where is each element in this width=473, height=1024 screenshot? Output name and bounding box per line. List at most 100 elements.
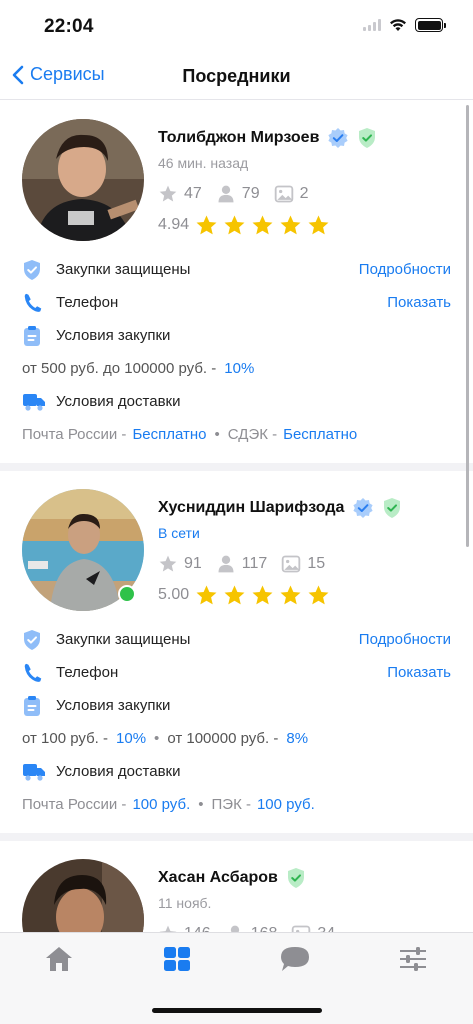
avatar[interactable] (22, 119, 144, 241)
stats-row: 47 79 2 (158, 183, 451, 205)
person-icon (230, 925, 239, 932)
show-phone-link[interactable]: Показать (387, 294, 451, 311)
verified-badge-icon (353, 498, 373, 518)
scroll-indicator[interactable] (466, 105, 469, 547)
show-phone-link[interactable]: Показать (387, 664, 451, 681)
truck-icon (23, 763, 45, 781)
home-icon (46, 947, 72, 971)
delivery-price: Бесплатно (132, 426, 207, 443)
delivery-carrier: Почта России - (22, 796, 127, 813)
protected-label: Закупки защищены (56, 631, 191, 648)
reviews-count: 47 (184, 185, 202, 202)
star-outline-icon (159, 925, 177, 932)
purchase-terms-values: от 500 руб. до 100000 руб. - 10% (22, 352, 451, 385)
last-seen: 11 нояб. (158, 895, 212, 911)
stats-row: 91 117 15 (158, 553, 451, 575)
shield-check-icon (24, 259, 40, 280)
photo-icon (292, 925, 311, 932)
star-icon (196, 214, 217, 234)
rating-stars (195, 214, 330, 237)
intermediaries-list[interactable]: Толибджон Мирзоев 46 мин. назад 47 79 2 … (0, 101, 473, 932)
star-outline-icon (159, 555, 177, 572)
delivery-options: Почта России - 100 руб. • ПЭК - 100 руб. (22, 788, 451, 821)
intermediary-name: Хасан Асбаров (158, 869, 278, 886)
shield-check-icon (384, 498, 401, 518)
tab-services[interactable] (147, 939, 207, 979)
protected-row: Закупки защищены Подробности (22, 253, 451, 286)
phone-label: Телефон (56, 664, 119, 681)
separator-dot: • (198, 796, 204, 813)
back-button[interactable]: Сервисы (12, 64, 105, 85)
rating-row: 4.94 (158, 213, 451, 237)
term-range: от 100 руб. - (22, 730, 109, 747)
status-time: 22:04 (44, 16, 94, 37)
avatar[interactable] (22, 489, 144, 611)
intermediary-card[interactable]: Толибджон Мирзоев 46 мин. назад 47 79 2 … (0, 101, 473, 471)
navigation-bar: Сервисы Посредники (0, 54, 473, 100)
separator-dot: • (154, 730, 160, 747)
photo-icon (274, 185, 293, 203)
chat-icon (281, 947, 309, 971)
tab-home[interactable] (29, 939, 89, 979)
back-button-label: Сервисы (30, 64, 105, 84)
person-icon (218, 185, 234, 203)
tab-settings[interactable] (383, 939, 443, 979)
details-link[interactable]: Подробности (359, 261, 451, 278)
intermediary-name: Хусниддин Шарифзода (158, 499, 345, 516)
purchase-terms-row: Условия закупки (22, 689, 451, 722)
photos-count: 34 (317, 925, 335, 932)
delivery-terms-label: Условия доставки (56, 393, 181, 410)
avatar[interactable] (22, 859, 144, 932)
purchase-terms-label: Условия закупки (56, 697, 171, 714)
details-link[interactable]: Подробности (359, 631, 451, 648)
delivery-carrier: ПЭК - (211, 796, 251, 813)
star-icon (280, 584, 301, 604)
grid-icon (164, 947, 190, 971)
separator-dot: • (214, 426, 220, 443)
delivery-carrier: Почта России - (22, 426, 127, 443)
protected-row: Закупки защищены Подробности (22, 623, 451, 656)
stats-row: 146 168 34 (158, 923, 451, 932)
intermediary-card[interactable]: Хусниддин Шарифзода В сети 91 117 15 5.0… (0, 471, 473, 841)
delivery-terms-row: Условия доставки (22, 755, 451, 788)
customers-count: 79 (241, 185, 260, 202)
clipboard-icon (24, 325, 40, 346)
intermediary-name: Толибджон Мирзоев (158, 129, 320, 146)
customers-count: 117 (241, 555, 268, 572)
phone-row: Телефон Показать (22, 656, 451, 689)
status-bar: 22:04 (0, 0, 473, 54)
customers-count: 168 (251, 925, 278, 932)
online-indicator (118, 585, 136, 603)
star-icon (252, 584, 273, 604)
star-icon (196, 584, 217, 604)
term-range: от 100000 руб. - (167, 730, 279, 747)
term-range: от 500 руб. до 100000 руб. - (22, 360, 217, 377)
star-icon (308, 584, 329, 604)
protected-label: Закупки защищены (56, 261, 191, 278)
status-icons (363, 18, 446, 32)
chevron-left-icon (12, 65, 24, 84)
star-icon (224, 214, 245, 234)
delivery-price: 100 руб. (256, 796, 315, 813)
person-icon (218, 555, 234, 573)
intermediary-card[interactable]: Хасан Асбаров 11 нояб. 146 168 (0, 841, 473, 932)
photo-icon (282, 555, 301, 573)
star-outline-icon (159, 185, 177, 202)
star-icon (224, 584, 245, 604)
purchase-terms-row: Условия закупки (22, 319, 451, 352)
photos-count: 2 (299, 185, 309, 202)
wifi-icon (390, 19, 406, 31)
reviews-count: 146 (184, 925, 211, 932)
tab-messages[interactable] (265, 939, 325, 979)
term-fee: 10% (116, 730, 147, 747)
delivery-terms-row: Условия доставки (22, 385, 451, 418)
shield-check-icon (359, 128, 376, 148)
rating-stars (195, 584, 330, 607)
shield-check-icon (24, 629, 40, 650)
term-fee: 8% (286, 730, 309, 747)
delivery-options: Почта России - Бесплатно • СДЭК - Беспла… (22, 418, 451, 451)
star-icon (308, 214, 329, 234)
delivery-price: Бесплатно (283, 426, 358, 443)
delivery-price: 100 руб. (132, 796, 191, 813)
purchase-terms-label: Условия закупки (56, 327, 171, 344)
